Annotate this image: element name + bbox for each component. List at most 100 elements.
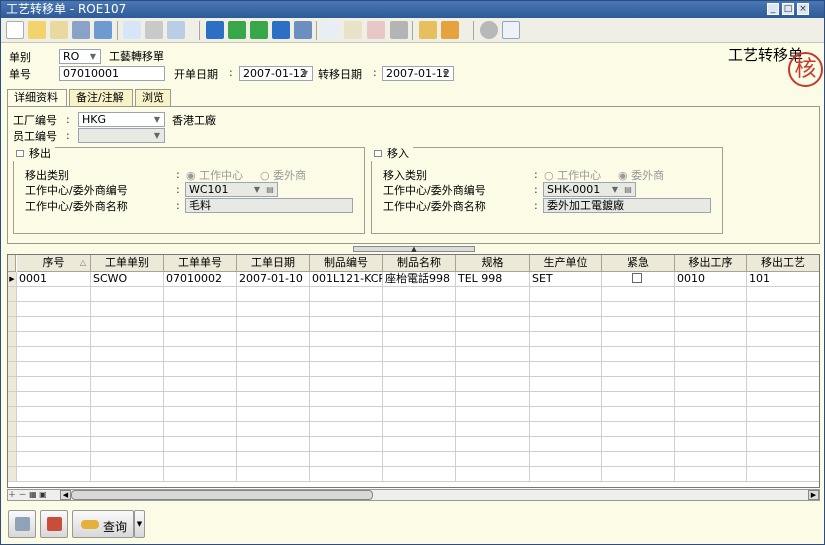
- grid-empty-cell[interactable]: [164, 407, 237, 422]
- grid-empty-cell[interactable]: [17, 317, 91, 332]
- exit-icon[interactable]: [502, 21, 520, 39]
- grid-empty-cell[interactable]: [17, 407, 91, 422]
- grid-empty-cell[interactable]: [675, 467, 747, 482]
- grid-empty-cell[interactable]: [602, 332, 675, 347]
- tools-button[interactable]: [40, 510, 68, 538]
- grid-empty-cell[interactable]: [310, 362, 383, 377]
- horizontal-scrollbar[interactable]: ＋ － ▦ ▣ ◀ ▶: [7, 489, 820, 501]
- preview-icon[interactable]: [123, 21, 141, 39]
- col-wo-date-header[interactable]: 工单日期: [237, 255, 310, 272]
- grid-empty-cell[interactable]: [91, 452, 164, 467]
- open-date-picker[interactable]: 2007-01-12 ▼: [239, 66, 313, 81]
- grid-empty-cell[interactable]: [530, 392, 602, 407]
- grid-empty-cell[interactable]: [310, 302, 383, 317]
- grid-empty-cell[interactable]: [456, 467, 530, 482]
- scroll-thumb[interactable]: [71, 490, 373, 500]
- grid-empty-cell[interactable]: [530, 332, 602, 347]
- grid-empty-cell[interactable]: [237, 437, 310, 452]
- row-indicator[interactable]: [8, 407, 17, 422]
- grid-empty-cell[interactable]: [747, 287, 819, 302]
- grid-empty-cell[interactable]: [17, 437, 91, 452]
- grid-empty-cell[interactable]: [383, 467, 456, 482]
- grid-empty-cell[interactable]: [17, 377, 91, 392]
- grid-empty-cell[interactable]: [91, 392, 164, 407]
- row-indicator[interactable]: [8, 332, 17, 347]
- row-indicator[interactable]: [8, 362, 17, 377]
- grid-empty-cell[interactable]: [310, 407, 383, 422]
- minimize-button[interactable]: _: [767, 3, 779, 15]
- row-indicator[interactable]: [8, 317, 17, 332]
- grid-empty-cell[interactable]: [164, 422, 237, 437]
- grid-empty-cell[interactable]: [530, 317, 602, 332]
- grid-empty-cell[interactable]: [383, 377, 456, 392]
- grid-empty-cell[interactable]: [602, 317, 675, 332]
- grid-empty-cell[interactable]: [747, 377, 819, 392]
- grid-empty-cell[interactable]: [164, 317, 237, 332]
- grid-empty-cell[interactable]: [530, 362, 602, 377]
- query-button[interactable]: 查询: [72, 510, 134, 538]
- grid-empty-cell[interactable]: [530, 422, 602, 437]
- calendar-arrow-icon[interactable]: ▼: [299, 67, 311, 80]
- grid-empty-cell[interactable]: [675, 317, 747, 332]
- grid-empty-cell[interactable]: [164, 287, 237, 302]
- edit-icon[interactable]: [50, 21, 68, 39]
- col-unit-header[interactable]: 生产单位: [530, 255, 602, 272]
- grid-empty-cell[interactable]: [91, 332, 164, 347]
- row-indicator[interactable]: [8, 392, 17, 407]
- grid-empty-cell[interactable]: [383, 422, 456, 437]
- grid-empty-cell[interactable]: [17, 362, 91, 377]
- grid-cell-col-urgent[interactable]: [602, 272, 675, 287]
- prev-record-icon[interactable]: [228, 21, 246, 39]
- grid-empty-cell[interactable]: [310, 467, 383, 482]
- grid-empty-cell[interactable]: [237, 422, 310, 437]
- row-indicator[interactable]: [8, 377, 17, 392]
- grid-empty-cell[interactable]: [456, 287, 530, 302]
- grid-empty-cell[interactable]: [747, 317, 819, 332]
- row-indicator[interactable]: [8, 347, 17, 362]
- col-item-name-header[interactable]: 制品名称: [383, 255, 456, 272]
- grid-empty-cell[interactable]: [530, 437, 602, 452]
- grid-empty-cell[interactable]: [310, 332, 383, 347]
- grid-empty-cell[interactable]: [675, 332, 747, 347]
- grid-empty-cell[interactable]: [17, 467, 91, 482]
- grid-empty-cell[interactable]: [747, 392, 819, 407]
- grid-empty-cell[interactable]: [530, 377, 602, 392]
- grid-empty-cell[interactable]: [237, 362, 310, 377]
- grid-empty-cell[interactable]: [456, 362, 530, 377]
- grid-cell-col-item-no[interactable]: 001L121-KCR08: [310, 272, 383, 287]
- grid-empty-cell[interactable]: [164, 377, 237, 392]
- grid-empty-cell[interactable]: [164, 332, 237, 347]
- grid-empty-cell[interactable]: [91, 362, 164, 377]
- query-dropdown-button[interactable]: ▼: [134, 510, 145, 538]
- grid-empty-cell[interactable]: [237, 377, 310, 392]
- grid-empty-cell[interactable]: [164, 452, 237, 467]
- grid-nav-icons[interactable]: ＋ － ▦ ▣: [8, 490, 60, 500]
- col-out-proc-header[interactable]: 移出工艺: [747, 255, 819, 272]
- grid-empty-cell[interactable]: [91, 377, 164, 392]
- grid-empty-cell[interactable]: [747, 407, 819, 422]
- grid-empty-cell[interactable]: [383, 302, 456, 317]
- transfer-date-picker[interactable]: 2007-01-12 ▼: [382, 66, 454, 81]
- maximize-button[interactable]: □: [782, 3, 794, 15]
- grid-empty-cell[interactable]: [164, 302, 237, 317]
- grid-empty-cell[interactable]: [456, 332, 530, 347]
- grid-empty-cell[interactable]: [747, 302, 819, 317]
- grid-empty-cell[interactable]: [602, 302, 675, 317]
- grid-empty-cell[interactable]: [91, 437, 164, 452]
- col-spec-header[interactable]: 规格: [456, 255, 530, 272]
- grid-empty-cell[interactable]: [456, 302, 530, 317]
- employee-select[interactable]: ▼: [78, 128, 165, 143]
- grid-empty-cell[interactable]: [237, 332, 310, 347]
- grid-empty-cell[interactable]: [602, 452, 675, 467]
- grid-empty-cell[interactable]: [602, 467, 675, 482]
- grid-empty-cell[interactable]: [456, 392, 530, 407]
- factory-select[interactable]: HKG ▼: [78, 112, 165, 127]
- panel-splitter[interactable]: ▲: [353, 246, 475, 253]
- urgent-checkbox[interactable]: [632, 273, 642, 283]
- grid-empty-cell[interactable]: [310, 347, 383, 362]
- grid-empty-cell[interactable]: [17, 287, 91, 302]
- grid-empty-cell[interactable]: [383, 332, 456, 347]
- col-wo-type-header[interactable]: 工单单别: [91, 255, 164, 272]
- grid-empty-cell[interactable]: [675, 287, 747, 302]
- grid-empty-cell[interactable]: [602, 407, 675, 422]
